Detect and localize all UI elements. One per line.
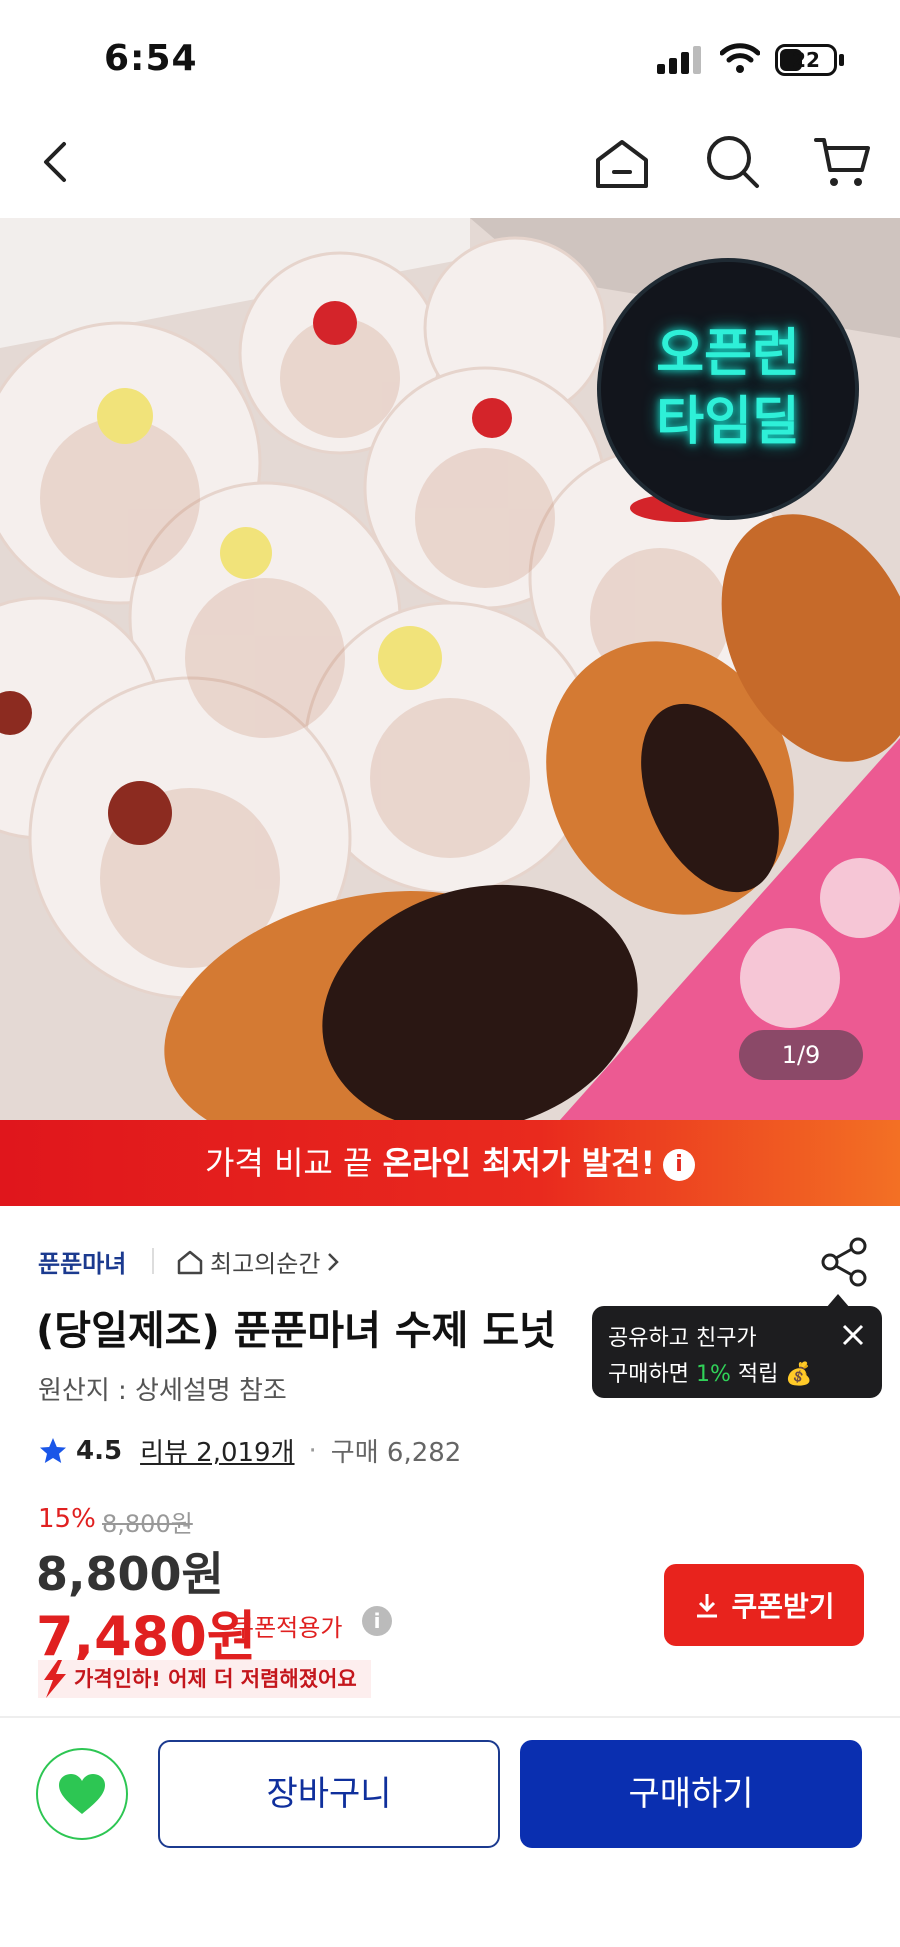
cart-icon[interactable] (812, 132, 872, 192)
badge-line-2: 타임딜 (656, 392, 800, 452)
buy-now-button[interactable]: 구매하기 (520, 1740, 862, 1848)
home-icon[interactable] (592, 134, 652, 194)
wifi-icon (719, 42, 761, 74)
section-divider (0, 1716, 900, 1718)
add-to-cart-button[interactable]: 장바구니 (158, 1740, 500, 1848)
store-home-icon (177, 1250, 203, 1274)
reward-percent: 1% (695, 1362, 731, 1387)
coupon-info-icon[interactable]: i (362, 1606, 392, 1636)
tooltip-line-2: 구매하면 1% 적립 💰 (608, 1362, 813, 1387)
share-icon[interactable] (818, 1236, 870, 1288)
store-link[interactable]: 최고의순간 (176, 1244, 340, 1279)
price-drop-notice: 가격인하! 어제 더 저렴해졌어요 (38, 1660, 371, 1698)
chevron-right-icon (328, 1252, 340, 1271)
star-icon (40, 1437, 66, 1463)
get-coupon-button[interactable]: 쿠폰받기 (664, 1564, 864, 1646)
info-icon[interactable]: i (663, 1149, 696, 1181)
wishlist-button[interactable] (36, 1748, 128, 1840)
purchase-count: 구매 6,282 (330, 1438, 462, 1468)
close-icon[interactable] (838, 1320, 868, 1350)
cellular-signal-icon (657, 46, 703, 74)
battery-nub (839, 54, 844, 66)
share-reward-tooltip: 공유하고 친구가 구매하면 1% 적립 💰 (592, 1306, 882, 1398)
divider (152, 1248, 154, 1274)
coupon-price-label: 쿠폰적용가 (232, 1614, 343, 1642)
discount-rate: 15% (38, 1504, 96, 1534)
rating-score: 4.5 (76, 1435, 123, 1466)
rating-row: 4.5 리뷰 2,019개 · 구매 6,282 (38, 1432, 461, 1469)
open-run-timedeal-badge: 오픈런 타임딜 (601, 262, 855, 516)
banner-text: 가격 비교 끝 (204, 1144, 383, 1182)
store-link-label: 최고의순간 (210, 1250, 321, 1278)
seller-name-link[interactable]: 푼푼마녀 (38, 1244, 126, 1279)
tooltip-line-1: 공유하고 친구가 (608, 1326, 757, 1351)
search-icon[interactable] (703, 132, 763, 192)
review-count-link[interactable]: 리뷰 2,019개 (140, 1432, 294, 1469)
original-price: 8,800원 (102, 1510, 193, 1538)
back-icon[interactable] (28, 132, 88, 192)
badge-line-1: 오픈런 (656, 324, 800, 384)
price-down-arrow-icon (38, 1658, 70, 1700)
status-time: 6:54 (104, 38, 198, 79)
get-coupon-label: 쿠폰받기 (731, 1590, 835, 1623)
banner-highlight: 온라인 최저가 발견! (382, 1144, 656, 1182)
product-title: (당일제조) 푼푼마녀 수제 도넛 (36, 1308, 556, 1354)
product-origin: 원산지 : 상세설명 참조 (38, 1376, 287, 1406)
download-icon (697, 1594, 718, 1618)
heart-icon (59, 1774, 105, 1814)
battery-level: 22 (792, 48, 820, 72)
lowest-price-banner[interactable]: 가격 비교 끝 온라인 최저가 발견! i (0, 1120, 900, 1206)
separator-dot: · (308, 1435, 317, 1466)
battery-icon: 22 (775, 44, 837, 76)
image-pager: 1/9 (739, 1030, 863, 1080)
